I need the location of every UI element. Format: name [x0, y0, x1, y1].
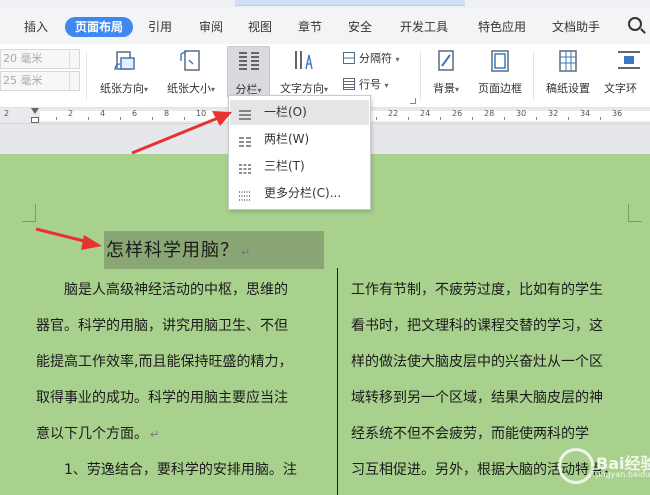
arrow-to-title-icon [35, 227, 102, 250]
arrow-to-one-column-icon [131, 111, 232, 155]
annotation-arrows [35, 111, 232, 250]
